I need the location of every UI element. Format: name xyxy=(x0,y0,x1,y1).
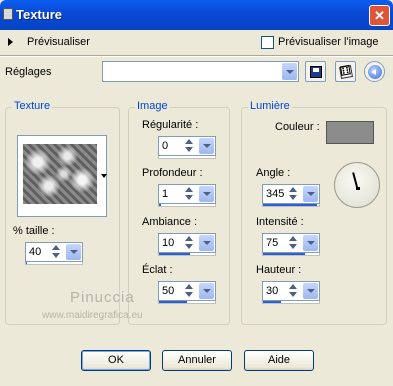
intensity-label: Intensité : xyxy=(256,216,304,228)
window-title: Texture xyxy=(16,7,62,22)
expand-arrow-icon[interactable] xyxy=(8,38,13,46)
dial-needle-icon xyxy=(352,172,358,188)
height-label: Hauteur : xyxy=(256,264,302,276)
regularity-label: Régularité : xyxy=(142,119,199,131)
chevron-down-icon[interactable] xyxy=(303,186,318,202)
shine-level-fill xyxy=(159,301,187,303)
angle-spinner[interactable]: 345 xyxy=(262,184,320,204)
height-value[interactable]: 30 xyxy=(266,285,278,297)
ambiance-label: Ambiance : xyxy=(142,216,198,228)
close-icon: ✕ xyxy=(374,8,385,23)
shine-label: Éclat : xyxy=(142,264,173,276)
spin-arrows-icon[interactable] xyxy=(185,235,196,251)
help-button[interactable]: Aide xyxy=(244,350,314,371)
depth-spinner[interactable]: 1 xyxy=(158,184,216,204)
angle-label: Angle : xyxy=(256,167,291,179)
image-group-title: Image xyxy=(135,100,170,112)
shine-value[interactable]: 50 xyxy=(162,285,174,297)
spin-arrows-icon[interactable] xyxy=(289,186,300,202)
angle-value[interactable]: 345 xyxy=(266,188,284,200)
reset-button[interactable] xyxy=(364,61,385,82)
angle-level-bar[interactable] xyxy=(262,204,320,207)
cancel-button[interactable]: Annuler xyxy=(162,350,232,371)
presets-combo[interactable] xyxy=(102,61,299,82)
shine-level-bar[interactable] xyxy=(158,301,216,304)
size-label: % taille : xyxy=(13,225,55,237)
preview-label[interactable]: Prévisualiser xyxy=(27,36,90,48)
app-icon xyxy=(3,8,13,20)
depth-value[interactable]: 1 xyxy=(162,188,168,200)
title-bar: Texture ✕ xyxy=(0,0,393,30)
close-button[interactable]: ✕ xyxy=(369,5,390,26)
preview-row: Prévisualiser Prévisualiser l'image xyxy=(0,30,393,55)
separator xyxy=(0,55,393,57)
chevron-down-icon[interactable] xyxy=(303,283,318,299)
save-preset-button[interactable] xyxy=(305,61,326,82)
intensity-spinner[interactable]: 75 xyxy=(262,233,320,253)
depth-level-fill xyxy=(159,204,161,206)
floppy-disk-icon xyxy=(310,66,322,78)
chevron-down-icon[interactable] xyxy=(199,138,214,154)
intensity-value[interactable]: 75 xyxy=(266,237,278,249)
texture-picker[interactable] xyxy=(17,135,107,217)
size-value[interactable]: 40 xyxy=(29,246,41,258)
chevron-down-icon[interactable] xyxy=(303,235,318,251)
height-level-fill xyxy=(263,301,282,303)
preview-image-label[interactable]: Prévisualiser l'image xyxy=(278,36,379,48)
chevron-down-icon[interactable] xyxy=(199,235,214,251)
spin-arrows-icon[interactable] xyxy=(289,283,300,299)
regularity-spinner[interactable]: 0 xyxy=(158,136,216,156)
height-level-bar[interactable] xyxy=(262,301,320,304)
dropdown-arrow-icon xyxy=(101,174,107,178)
color-label: Couleur : xyxy=(275,121,320,133)
depth-level-bar[interactable] xyxy=(158,204,216,207)
ambiance-spinner[interactable]: 10 xyxy=(158,233,216,253)
ambiance-level-bar[interactable] xyxy=(158,253,216,256)
reset-arrow-icon xyxy=(368,65,382,79)
light-group-title: Lumière xyxy=(248,100,292,112)
spin-arrows-icon[interactable] xyxy=(185,283,196,299)
intensity-level-fill xyxy=(263,253,305,255)
chevron-down-icon[interactable] xyxy=(199,186,214,202)
ok-button[interactable]: OK xyxy=(81,350,151,371)
ambiance-value[interactable]: 10 xyxy=(162,237,174,249)
regularity-level-bar[interactable] xyxy=(158,156,216,159)
size-spinner[interactable]: 40 xyxy=(25,242,83,262)
ambiance-level-fill xyxy=(159,253,190,255)
spin-arrows-icon[interactable] xyxy=(52,244,63,260)
regularity-value[interactable]: 0 xyxy=(162,140,168,152)
randomize-button[interactable] xyxy=(335,61,356,82)
intensity-level-bar[interactable] xyxy=(262,253,320,256)
angle-level-fill xyxy=(263,204,317,206)
texture-group-title: Texture xyxy=(12,100,53,112)
light-color-swatch[interactable] xyxy=(326,121,374,144)
spin-arrows-icon[interactable] xyxy=(289,235,300,251)
watermark-name: Pinuccia xyxy=(70,289,135,306)
texture-thumbnail xyxy=(23,144,97,204)
dial-center-icon xyxy=(356,187,360,190)
height-spinner[interactable]: 30 xyxy=(262,281,320,301)
depth-label: Profondeur : xyxy=(142,167,203,179)
size-level-bar[interactable] xyxy=(25,262,83,265)
spin-arrows-icon[interactable] xyxy=(185,138,196,154)
presets-label: Réglages xyxy=(5,66,52,78)
dice-icon xyxy=(339,65,353,79)
watermark-url: www.maidiregrafica.eu xyxy=(42,310,143,321)
angle-dial[interactable] xyxy=(334,162,380,208)
shine-spinner[interactable]: 50 xyxy=(158,281,216,301)
size-level-fill xyxy=(26,262,28,264)
chevron-down-icon[interactable] xyxy=(66,244,81,260)
chevron-down-icon[interactable] xyxy=(282,63,297,80)
spin-arrows-icon[interactable] xyxy=(185,186,196,202)
preview-image-checkbox[interactable] xyxy=(261,36,274,49)
chevron-down-icon[interactable] xyxy=(199,283,214,299)
